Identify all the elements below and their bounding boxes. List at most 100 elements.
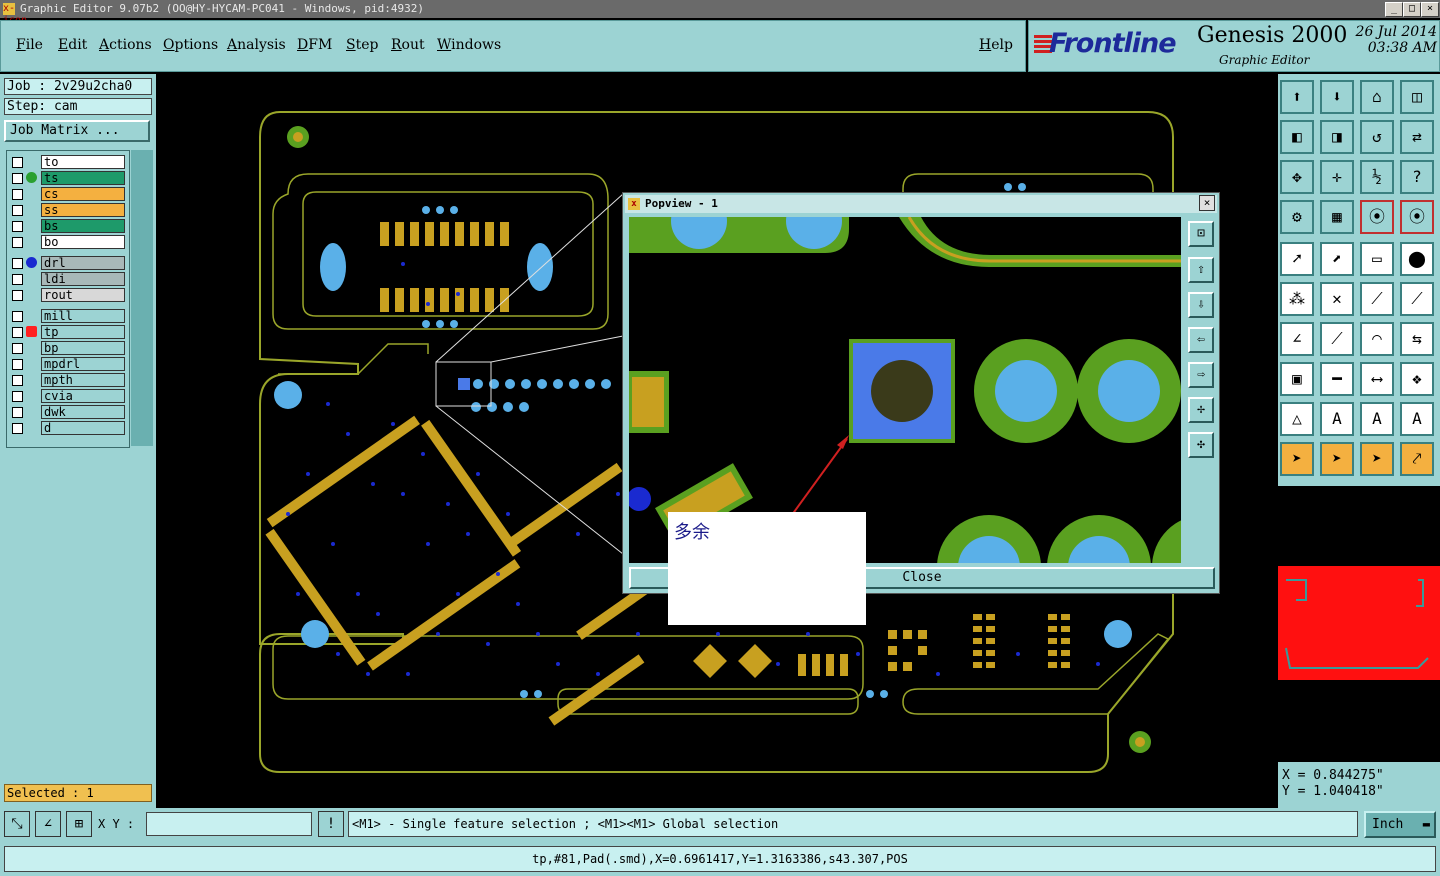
mirror-icon[interactable]: ⇄ [1400,120,1434,154]
layer-name[interactable]: ss [41,203,125,217]
layer-name[interactable]: to [41,155,125,169]
menu-file[interactable]: File [16,37,43,53]
a-alt-icon[interactable]: A [1360,402,1394,436]
home-icon[interactable]: ⬆ [1280,80,1314,114]
layer-name[interactable]: ldi [41,272,125,286]
maximize-button[interactable]: □ [1403,2,1421,17]
layer-name[interactable]: cs [41,187,125,201]
route-icon[interactable]: ⟋ [1400,282,1434,316]
layer-name[interactable]: tp [41,325,125,339]
layer-name[interactable]: cvia [41,389,125,403]
layer-row-bo[interactable]: bo [9,235,127,250]
layer-list-scrollbar[interactable] [131,150,153,446]
menu-rout[interactable]: Rout [391,37,425,53]
layer-checkbox[interactable] [12,189,23,200]
layer-row-mpth[interactable]: mpth [9,373,127,388]
center-icon[interactable]: ✛ [1320,160,1354,194]
xy-input[interactable] [146,812,312,836]
zoom-in-icon[interactable]: ◧ [1280,120,1314,154]
edit-icon[interactable]: ⟋ [1320,322,1354,356]
layer-row-to[interactable]: to [9,155,127,170]
layer-row-ldi[interactable]: ldi [9,272,127,287]
job-matrix-button[interactable]: Job Matrix ... [4,120,150,142]
layer-checkbox[interactable] [12,359,23,370]
a-icon[interactable]: A [1320,402,1354,436]
arc-icon[interactable]: ◠ [1360,322,1394,356]
layer-name[interactable]: bp [41,341,125,355]
snap-icon[interactable]: ⦿ [1360,200,1394,234]
units-selector[interactable]: Inch ▬ [1364,811,1436,838]
layer-row-mpdrl[interactable]: mpdrl [9,357,127,372]
layer-name[interactable]: d [41,421,125,435]
menu-options[interactable]: Options [163,37,218,53]
layer-row-mill[interactable]: mill [9,309,127,324]
popview-right-icon[interactable]: ⇨ [1188,362,1214,388]
layer-checkbox[interactable] [12,375,23,386]
a-split-icon[interactable]: A [1400,402,1434,436]
close-button[interactable]: × [1421,2,1439,17]
layer-row-drl[interactable]: drl [9,256,127,271]
popview-fit-icon[interactable]: ⊡ [1188,221,1214,247]
arrow-icon[interactable]: ⟋ [1360,282,1394,316]
zoom-out-icon[interactable]: ◨ [1320,120,1354,154]
dot-icon[interactable]: ⬤ [1400,242,1434,276]
layer-name[interactable]: drl [41,256,125,270]
popview-zoom-in-icon[interactable]: ✢ [1188,397,1214,423]
layer-row-ss[interactable]: ss [9,203,127,218]
help-icon[interactable]: ? [1400,160,1434,194]
settings-icon[interactable]: ⚙ [1280,200,1314,234]
layer-name[interactable]: mpth [41,373,125,387]
point-icon[interactable]: ➚ [1280,242,1314,276]
move-icon[interactable]: ⬇ [1320,80,1354,114]
pan-icon[interactable]: ⌂ [1360,80,1394,114]
layer-checkbox[interactable] [12,157,23,168]
layer-name[interactable]: ts [41,171,125,185]
select-2-icon[interactable]: ➤ [1320,442,1354,476]
menu-actions[interactable]: Actions [99,37,152,53]
layer-name[interactable]: bo [41,235,125,249]
components-icon[interactable]: ❖ [1400,362,1434,396]
zoom-box-icon[interactable]: ⤡ [4,811,30,837]
select-icon[interactable]: ➤ [1280,442,1314,476]
layer-row-d[interactable]: d [9,421,127,436]
measure-icon[interactable]: ∠ [35,811,61,837]
popview-zoom-out-icon[interactable]: ✣ [1188,432,1214,458]
layer-checkbox[interactable] [12,407,23,418]
layer-checkbox[interactable] [12,258,23,269]
layer-name[interactable]: dwk [41,405,125,419]
popview-close-icon[interactable]: × [1199,195,1215,211]
window-icon[interactable]: ◫ [1400,80,1434,114]
layer-name[interactable]: mill [41,309,125,323]
layer-checkbox[interactable] [12,237,23,248]
layer-name[interactable]: rout [41,288,125,302]
layer-checkbox[interactable] [12,173,23,184]
fit-icon[interactable]: ✥ [1280,160,1314,194]
layer-checkbox[interactable] [12,205,23,216]
cross-icon[interactable]: ✕ [1320,282,1354,316]
menu-windows[interactable]: Windows [437,37,501,53]
ruler-icon[interactable]: ▭ [1360,242,1394,276]
layer-checkbox[interactable] [12,311,23,322]
pad-icon[interactable]: ▣ [1280,362,1314,396]
layer-checkbox[interactable] [12,290,23,301]
scale-1-2-icon[interactable]: ½ [1360,160,1394,194]
snap-grid-icon[interactable]: ⊞ [66,811,92,837]
layer-checkbox[interactable] [12,391,23,402]
layer-checkbox[interactable] [12,221,23,232]
layer-row-bs[interactable]: bs [9,219,127,234]
layer-name[interactable]: mpdrl [41,357,125,371]
minimize-button[interactable]: _ [1385,2,1403,17]
layer-row-rout[interactable]: rout [9,288,127,303]
menu-analysis[interactable]: Analysis [227,37,286,53]
dimension-icon[interactable]: ⟷ [1360,362,1394,396]
popview-down-icon[interactable]: ⇩ [1188,292,1214,318]
layer-checkbox[interactable] [12,274,23,285]
line-icon[interactable]: ⬈ [1320,242,1354,276]
layer-checkbox[interactable] [12,343,23,354]
window-title-bar[interactable]: x-icon Graphic Editor 9.07b2 (OO@HY-HYCA… [0,0,1440,26]
select-3-icon[interactable]: ➤ [1360,442,1394,476]
overview-map[interactable] [1278,488,1440,760]
break-icon[interactable]: ━ [1320,362,1354,396]
popview-up-icon[interactable]: ⇧ [1188,257,1214,283]
layer-row-ts[interactable]: ts [9,171,127,186]
